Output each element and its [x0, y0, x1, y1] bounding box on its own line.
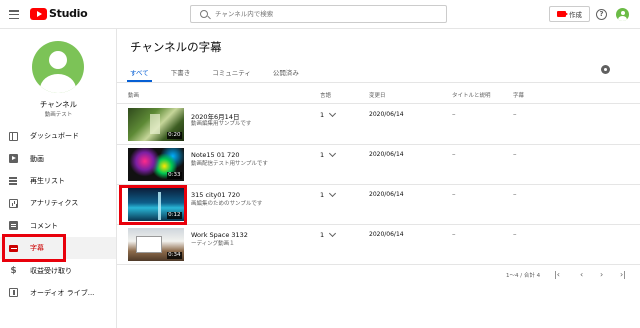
playlist-icon — [9, 176, 18, 185]
tabs-divider — [117, 82, 640, 83]
youtube-play-icon — [30, 7, 47, 20]
video-title[interactable]: 315 city01 720 — [191, 191, 240, 199]
sidebar: チャンネル 動画テスト ダッシュボード 動画 再生リスト アナリティクス コメン… — [0, 29, 117, 328]
modified-date: 2020/06/14 — [369, 191, 404, 198]
channel-name: チャンネル — [39, 100, 78, 109]
header-divider — [117, 103, 640, 104]
pagination: 1〜4 / 合計 4 |‹ ‹ › ›| — [117, 269, 640, 283]
tab-all[interactable]: すべて — [127, 67, 152, 82]
video-thumbnail[interactable]: 0:20 — [128, 108, 184, 141]
title-desc-status: – — [452, 110, 456, 118]
settings-gear-icon[interactable] — [601, 65, 610, 74]
next-page-icon[interactable]: › — [600, 270, 603, 279]
subtitles-highlight-box — [2, 234, 66, 262]
column-header-video: 動画 — [128, 93, 140, 99]
last-page-icon[interactable]: ›| — [620, 270, 626, 279]
video-camera-icon — [557, 11, 568, 17]
sidebar-item-analytics[interactable]: アナリティクス — [0, 192, 116, 214]
sidebar-item-label: ダッシュボード — [30, 132, 79, 141]
audio-library-icon — [9, 288, 18, 298]
logo-text: Studio — [49, 7, 88, 20]
title-desc-status: – — [452, 190, 456, 198]
video-duration: 0:33 — [166, 172, 182, 179]
title-desc-status: – — [452, 150, 456, 158]
sidebar-item-monetization[interactable]: $ 収益受け取り — [0, 259, 116, 281]
sidebar-nav: ダッシュボード 動画 再生リスト アナリティクス コメント 字幕 $ 収益受け取… — [0, 125, 116, 304]
tab-published[interactable]: 公開済み — [273, 67, 299, 82]
video-duration: 0:20 — [166, 132, 182, 139]
first-page-icon[interactable]: |‹ — [554, 270, 560, 279]
create-button-label: 作成 — [569, 11, 582, 19]
modified-date: 2020/06/14 — [369, 151, 404, 158]
language-count: 1 — [320, 231, 325, 239]
subtitles-status: – — [513, 230, 517, 238]
tab-drafts[interactable]: 下書き — [171, 67, 191, 82]
studio-logo[interactable]: Studio — [30, 7, 88, 20]
comment-icon — [9, 221, 18, 231]
account-avatar-icon[interactable] — [616, 8, 629, 21]
video-description: ーディング動画１ — [191, 241, 235, 247]
column-header-language: 言語 — [320, 93, 332, 99]
video-description: 動画配信テスト用サンプルです — [191, 161, 268, 167]
dashboard-icon — [9, 131, 18, 141]
video-description: 動画編集用サンプルです — [191, 121, 252, 127]
video-title[interactable]: Note15 01 720 — [191, 151, 239, 159]
tab-bar: すべて 下書き コミュニティ 公開済み — [127, 67, 321, 82]
dollar-icon: $ — [10, 265, 17, 276]
search-box[interactable] — [190, 5, 447, 23]
table-row[interactable]: 0:34 Work Space 3132 ーディング動画１ 1 2020/06/… — [117, 225, 640, 265]
language-count: 1 — [320, 151, 325, 159]
top-bar: Studio 作成 ? — [0, 0, 640, 29]
sidebar-item-audio-library[interactable]: オーディオ ライブ... — [0, 282, 116, 304]
sidebar-item-label: オーディオ ライブ... — [30, 288, 95, 297]
sidebar-item-label: 収益受け取り — [30, 266, 72, 275]
sidebar-item-dashboard[interactable]: ダッシュボード — [0, 125, 116, 147]
table-row[interactable]: 0:33 Note15 01 720 動画配信テスト用サンプルです 1 2020… — [117, 145, 640, 185]
thumbnail-highlight-box — [119, 185, 187, 225]
hamburger-menu-icon[interactable] — [9, 10, 19, 20]
modified-date: 2020/06/14 — [369, 111, 404, 118]
channel-avatar[interactable] — [32, 41, 84, 93]
modified-date: 2020/06/14 — [369, 231, 404, 238]
sidebar-item-label: 動画 — [30, 154, 44, 163]
subtitles-status: – — [513, 150, 517, 158]
column-header-subtitles: 字幕 — [513, 93, 525, 99]
page-title: チャンネルの字幕 — [130, 40, 222, 54]
channel-subtitle: 動画テスト — [44, 112, 73, 118]
video-icon — [9, 154, 18, 164]
create-button[interactable]: 作成 — [549, 6, 590, 22]
chevron-down-icon[interactable] — [328, 149, 337, 158]
video-description: 画編集のためのサンプルです — [191, 201, 263, 207]
main-content: チャンネルの字幕 すべて 下書き コミュニティ 公開済み 動画 言語 変更日 タ… — [117, 29, 640, 328]
tab-community[interactable]: コミュニティ — [212, 67, 251, 82]
chevron-down-icon[interactable] — [328, 109, 337, 118]
language-count: 1 — [320, 191, 325, 199]
sidebar-item-label: アナリティクス — [30, 199, 79, 208]
search-icon — [200, 10, 208, 18]
video-title[interactable]: Work Space 3132 — [191, 231, 248, 239]
pagination-range: 1〜4 / 合計 4 — [506, 273, 541, 279]
subtitles-status: – — [513, 110, 517, 118]
language-count: 1 — [320, 111, 325, 119]
column-header-title-desc: タイトルと説明 — [452, 93, 491, 99]
column-header-modified: 変更日 — [369, 93, 386, 99]
sidebar-item-label: コメント — [30, 221, 58, 230]
sidebar-item-videos[interactable]: 動画 — [0, 147, 116, 169]
search-input[interactable] — [215, 8, 435, 20]
video-thumbnail[interactable]: 0:33 — [128, 148, 184, 181]
subtitles-status: – — [513, 190, 517, 198]
video-duration: 0:34 — [166, 252, 182, 259]
table-row[interactable]: 0:12 315 city01 720 画編集のためのサンプルです 1 2020… — [117, 185, 640, 225]
table-row[interactable]: 0:20 2020年6月14日 動画編集用サンプルです 1 2020/06/14… — [117, 105, 640, 145]
sidebar-item-label: 再生リスト — [30, 176, 65, 185]
help-icon[interactable]: ? — [596, 9, 607, 20]
title-desc-status: – — [452, 230, 456, 238]
video-thumbnail[interactable]: 0:34 — [128, 228, 184, 261]
chevron-down-icon[interactable] — [328, 229, 337, 238]
sidebar-item-playlists[interactable]: 再生リスト — [0, 170, 116, 192]
chevron-down-icon[interactable] — [328, 189, 337, 198]
prev-page-icon[interactable]: ‹ — [580, 270, 583, 279]
analytics-icon — [9, 198, 18, 208]
